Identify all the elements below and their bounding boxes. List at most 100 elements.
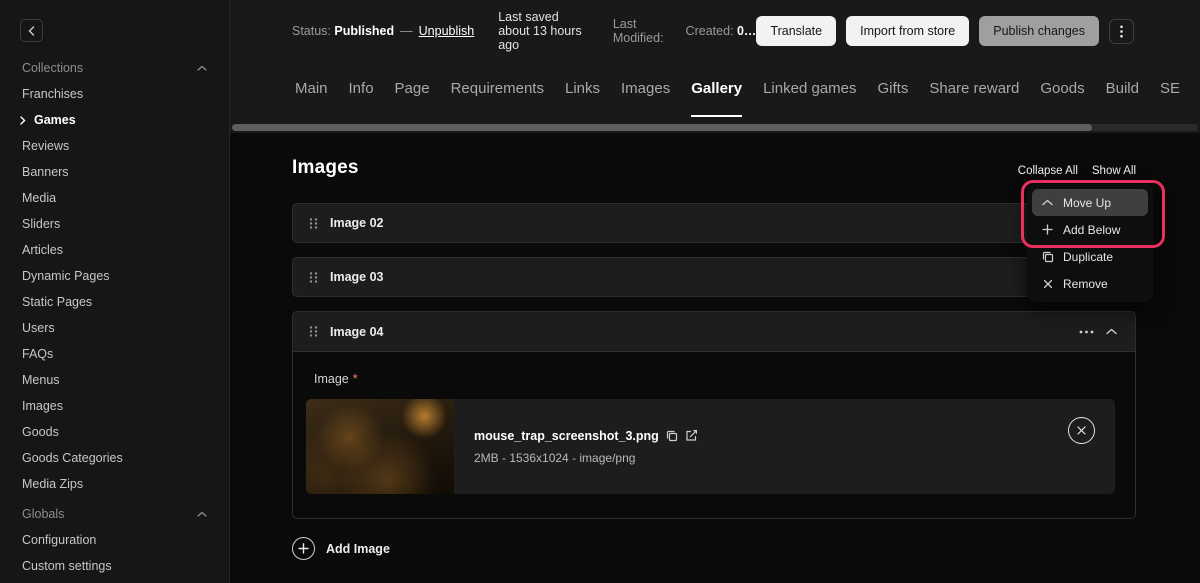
gallery-row-image-03[interactable]: Image 03 bbox=[292, 257, 1136, 297]
copy-filename-button[interactable] bbox=[666, 430, 678, 442]
image-field-label: Image* bbox=[314, 372, 1115, 386]
row-label: Image 04 bbox=[330, 325, 384, 339]
menu-item-add-below[interactable]: Add Below bbox=[1032, 216, 1148, 243]
gallery-row-image-02[interactable]: Image 02 bbox=[292, 203, 1136, 243]
sidebar-item-reviews[interactable]: Reviews bbox=[0, 133, 229, 159]
last-modified-label: Last Modified: bbox=[613, 17, 664, 45]
ellipsis-icon bbox=[1079, 330, 1094, 334]
sidebar-item-goods[interactable]: Goods bbox=[0, 419, 229, 445]
chevron-up-icon bbox=[197, 511, 207, 517]
edit-icon bbox=[685, 429, 698, 442]
tab-requirements[interactable]: Requirements bbox=[451, 62, 544, 117]
chevron-up-icon bbox=[1041, 199, 1054, 206]
status-value: Published bbox=[334, 24, 394, 38]
copy-icon bbox=[1041, 251, 1054, 263]
collapse-all-link[interactable]: Collapse All bbox=[1018, 165, 1078, 177]
tab-share-reward[interactable]: Share reward bbox=[929, 62, 1019, 117]
tab-page[interactable]: Page bbox=[395, 62, 430, 117]
chevron-up-icon bbox=[197, 65, 207, 71]
file-meta: 2MB - 1536x1024 - image/png bbox=[474, 451, 698, 465]
status-separator: — bbox=[400, 24, 413, 38]
gallery-rows: Image 02 Image 03 Image 04 bbox=[292, 203, 1136, 519]
add-image-label: Add Image bbox=[326, 542, 390, 556]
more-actions-button[interactable] bbox=[1109, 19, 1134, 44]
tab-linked-games[interactable]: Linked games bbox=[763, 62, 856, 117]
gallery-row-image-04-header[interactable]: Image 04 bbox=[293, 312, 1135, 352]
menu-item-label: Duplicate bbox=[1063, 250, 1113, 264]
row-label: Image 03 bbox=[330, 270, 384, 284]
sidebar-nav: Collections Franchises Games Reviews Ban… bbox=[0, 55, 229, 579]
menu-item-label: Add Below bbox=[1063, 223, 1120, 237]
admin-page: Collections Franchises Games Reviews Ban… bbox=[0, 0, 1200, 583]
sidebar-item-faqs[interactable]: FAQs bbox=[0, 341, 229, 367]
status-row: Status: Published — Unpublish Last saved… bbox=[230, 0, 1200, 62]
chevron-up-icon bbox=[1106, 328, 1117, 335]
header-buttons: Translate Import from store Publish chan… bbox=[756, 16, 1134, 46]
tab-images[interactable]: Images bbox=[621, 62, 670, 117]
remove-file-button[interactable] bbox=[1068, 417, 1095, 444]
file-name-row: mouse_trap_screenshot_3.png bbox=[474, 429, 698, 443]
sidebar-item-franchises[interactable]: Franchises bbox=[0, 81, 229, 107]
tab-main[interactable]: Main bbox=[295, 62, 328, 117]
sidebar-item-static-pages[interactable]: Static Pages bbox=[0, 289, 229, 315]
sidebar-item-articles[interactable]: Articles bbox=[0, 237, 229, 263]
sidebar-item-media-zips[interactable]: Media Zips bbox=[0, 471, 229, 497]
collapse-row-button[interactable] bbox=[1100, 326, 1123, 337]
topbar: Status: Published — Unpublish Last saved… bbox=[230, 0, 1200, 133]
translate-button[interactable]: Translate bbox=[756, 16, 836, 46]
sidebar-item-media[interactable]: Media bbox=[0, 185, 229, 211]
drag-handle-icon[interactable] bbox=[309, 217, 318, 230]
menu-item-move-up[interactable]: Move Up bbox=[1032, 189, 1148, 216]
drag-handle-icon[interactable] bbox=[309, 325, 318, 338]
sidebar-item-banners[interactable]: Banners bbox=[0, 159, 229, 185]
show-all-link[interactable]: Show All bbox=[1092, 165, 1136, 177]
tab-links[interactable]: Links bbox=[565, 62, 600, 117]
tab-build[interactable]: Build bbox=[1106, 62, 1139, 117]
menu-item-duplicate[interactable]: Duplicate bbox=[1032, 243, 1148, 270]
tab-gifts[interactable]: Gifts bbox=[878, 62, 909, 117]
x-icon bbox=[1076, 425, 1087, 436]
sidebar-group-globals[interactable]: Globals bbox=[0, 501, 229, 527]
chevron-right-icon bbox=[20, 116, 26, 125]
tab-gallery[interactable]: Gallery bbox=[691, 62, 742, 117]
images-section-header: Images Collapse All Show All bbox=[292, 147, 1136, 179]
sidebar-item-users[interactable]: Users bbox=[0, 315, 229, 341]
sidebar-group-collections[interactable]: Collections bbox=[0, 55, 229, 81]
drag-handle-icon[interactable] bbox=[309, 271, 318, 284]
scrollbar-thumb[interactable] bbox=[232, 124, 1092, 131]
file-thumbnail bbox=[306, 399, 454, 494]
import-from-store-button[interactable]: Import from store bbox=[846, 16, 969, 46]
sidebar-item-goods-categories[interactable]: Goods Categories bbox=[0, 445, 229, 471]
sidebar-item-dynamic-pages[interactable]: Dynamic Pages bbox=[0, 263, 229, 289]
row-menu-button[interactable] bbox=[1073, 328, 1100, 336]
tabs-horizontal-scrollbar[interactable] bbox=[232, 124, 1198, 131]
tab-info[interactable]: Info bbox=[349, 62, 374, 117]
last-saved-text: Last saved about 13 hours ago bbox=[498, 10, 585, 52]
sidebar-item-menus[interactable]: Menus bbox=[0, 367, 229, 393]
publish-changes-button[interactable]: Publish changes bbox=[979, 16, 1099, 46]
tab-bar: Main Info Page Requirements Links Images… bbox=[230, 62, 1200, 117]
row-context-menu: Move Up Add Below Duplicate Remove bbox=[1027, 184, 1153, 302]
tab-se-truncated[interactable]: SE bbox=[1160, 62, 1180, 117]
file-card: mouse_trap_screenshot_3.png bbox=[306, 399, 1115, 494]
file-name: mouse_trap_screenshot_3.png bbox=[474, 429, 659, 443]
edit-file-button[interactable] bbox=[685, 429, 698, 442]
menu-item-remove[interactable]: Remove bbox=[1032, 270, 1148, 297]
sidebar-item-configuration[interactable]: Configuration bbox=[0, 527, 229, 553]
unpublish-link[interactable]: Unpublish bbox=[419, 24, 475, 38]
sidebar: Collections Franchises Games Reviews Ban… bbox=[0, 0, 230, 583]
required-asterisk: * bbox=[353, 372, 358, 386]
menu-item-label: Move Up bbox=[1063, 196, 1111, 210]
plus-circle-icon[interactable] bbox=[292, 537, 315, 560]
group-label: Collections bbox=[22, 61, 83, 75]
back-button[interactable] bbox=[20, 19, 43, 42]
bulk-links: Collapse All Show All bbox=[1018, 165, 1136, 179]
sidebar-item-images[interactable]: Images bbox=[0, 393, 229, 419]
row-label: Image 02 bbox=[330, 216, 384, 230]
images-section-title: Images bbox=[292, 157, 359, 179]
sidebar-item-custom-settings[interactable]: Custom settings bbox=[0, 553, 229, 579]
sidebar-item-sliders[interactable]: Sliders bbox=[0, 211, 229, 237]
tab-goods[interactable]: Goods bbox=[1040, 62, 1084, 117]
sidebar-item-games[interactable]: Games bbox=[0, 107, 229, 133]
add-image-button[interactable]: Add Image bbox=[292, 537, 390, 560]
